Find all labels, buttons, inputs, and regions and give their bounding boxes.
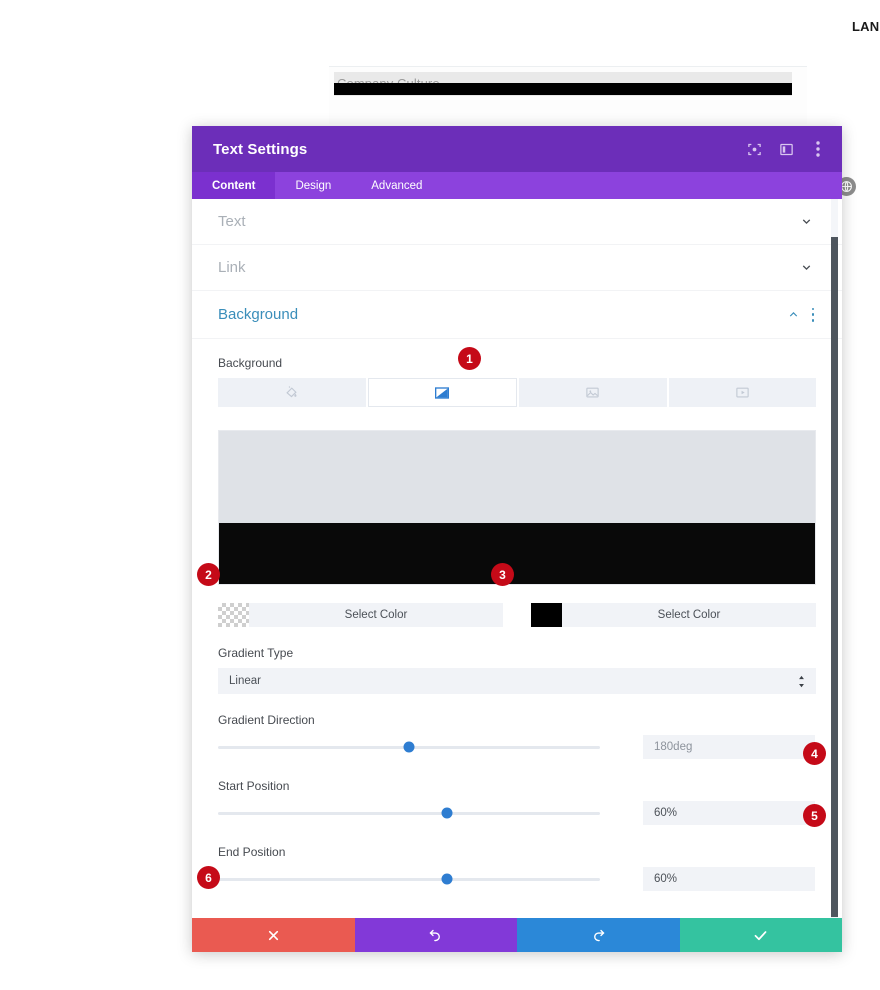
scrollbar-thumb[interactable]: [831, 237, 838, 917]
slider-track: [218, 811, 600, 815]
gradient-preview: [218, 430, 816, 585]
gradient-direction-row: 180deg: [218, 735, 816, 759]
modal-title: Text Settings: [213, 140, 308, 158]
gradient-color-stop-2: Select Color: [531, 603, 816, 627]
slider-knob[interactable]: [441, 873, 453, 885]
screen-root: LAN Company Culture Text Settings: [0, 0, 880, 990]
modal-tabs: Content Design Advanced: [192, 172, 842, 199]
chevron-down-icon: [800, 215, 813, 228]
section-options-kebab-icon[interactable]: [811, 307, 815, 322]
end-position-row: 60%: [218, 867, 816, 891]
background-panel: Background Select Color Select Color Gra…: [192, 339, 842, 918]
gradient-type-select-wrap: Linear: [218, 668, 816, 694]
background-video-tab[interactable]: [668, 378, 816, 407]
image-icon: [585, 385, 600, 400]
redo-icon: [591, 928, 606, 943]
end-position-slider[interactable]: [218, 871, 600, 887]
paint-bucket-icon: [284, 385, 299, 400]
undo-button[interactable]: [354, 918, 517, 952]
background-gradient-tab[interactable]: [367, 378, 517, 407]
annotation-badge-6: 6: [197, 866, 220, 889]
section-text-label: Text: [218, 213, 246, 230]
kebab-menu-icon[interactable]: [810, 141, 826, 157]
start-position-field: Start Position 60%: [218, 779, 816, 825]
background-image-tab[interactable]: [519, 378, 667, 407]
gradient-direction-label: Gradient Direction: [218, 713, 315, 727]
settings-scroll-area: Text Link Background Background Select C…: [192, 199, 842, 918]
check-icon: [753, 928, 768, 943]
gradient-type-field: Gradient Type Linear: [218, 646, 816, 694]
slider-knob[interactable]: [441, 807, 453, 819]
page-language-label: LAN: [852, 19, 880, 34]
text-settings-modal: Text Settings Content Design Advanced Te…: [192, 126, 842, 952]
end-position-field: End Position 60%: [218, 845, 816, 891]
section-background-label: Background: [218, 306, 299, 323]
chevron-up-icon[interactable]: [787, 308, 800, 321]
section-text[interactable]: Text: [192, 199, 842, 245]
select-color-button-2[interactable]: Select Color: [562, 603, 816, 627]
end-position-label: End Position: [218, 845, 286, 859]
color-swatch-transparent[interactable]: [218, 603, 249, 627]
close-icon: [267, 929, 280, 942]
section-link[interactable]: Link: [192, 245, 842, 291]
slider-track: [218, 877, 600, 881]
color-swatch-black[interactable]: [531, 603, 562, 627]
background-color-tab[interactable]: [218, 378, 366, 407]
vertical-scrollbar[interactable]: [831, 199, 838, 918]
tab-content[interactable]: Content: [192, 172, 276, 199]
start-position-label: Start Position: [218, 779, 290, 793]
background-type-selector: [218, 378, 816, 407]
chevron-down-icon: [800, 261, 813, 274]
video-icon: [735, 385, 750, 400]
redo-button[interactable]: [517, 918, 680, 952]
layout-icon[interactable]: [778, 141, 794, 157]
start-position-slider[interactable]: [218, 805, 600, 821]
select-color-button-1[interactable]: Select Color: [249, 603, 503, 627]
hero-gradient-overlay: [334, 83, 792, 95]
end-position-input[interactable]: 60%: [643, 867, 815, 891]
gradient-direction-field: Gradient Direction 180deg: [218, 713, 816, 759]
gradient-color-stops: Select Color Select Color: [218, 603, 816, 627]
tab-advanced[interactable]: Advanced: [351, 172, 442, 199]
modal-header: Text Settings: [192, 126, 842, 172]
undo-icon: [428, 928, 443, 943]
slider-knob[interactable]: [403, 741, 415, 753]
chevron-updown-icon: [798, 675, 805, 688]
modal-body: Text Link Background Background Select C…: [192, 199, 842, 918]
focus-icon[interactable]: [746, 141, 762, 157]
annotation-badge-5: 5: [803, 804, 826, 827]
gradient-type-value: Linear: [229, 675, 261, 687]
gradient-color-stop-1: Select Color: [218, 603, 503, 627]
annotation-badge-1: 1: [458, 347, 481, 370]
start-position-input[interactable]: 60%: [643, 801, 815, 825]
annotation-badge-3: 3: [491, 563, 514, 586]
gradient-direction-slider[interactable]: [218, 739, 600, 755]
save-button[interactable]: [679, 918, 842, 952]
start-position-row: 60%: [218, 801, 816, 825]
gradient-direction-input[interactable]: 180deg: [643, 735, 815, 759]
cancel-button[interactable]: [192, 918, 355, 952]
background-field-label: Background: [218, 356, 283, 370]
tab-design[interactable]: Design: [275, 172, 351, 199]
modal-header-actions: [746, 141, 826, 157]
annotation-badge-4: 4: [803, 742, 826, 765]
section-background[interactable]: Background: [192, 291, 842, 339]
section-link-label: Link: [218, 259, 246, 276]
gradient-type-select[interactable]: Linear: [218, 668, 816, 694]
place-gradient-above-label: Place Gradient Above Background Image: [218, 917, 816, 918]
annotation-badge-2: 2: [197, 563, 220, 586]
gradient-type-label: Gradient Type: [218, 646, 294, 660]
gradient-icon: [434, 385, 450, 401]
modal-footer: [192, 918, 842, 952]
